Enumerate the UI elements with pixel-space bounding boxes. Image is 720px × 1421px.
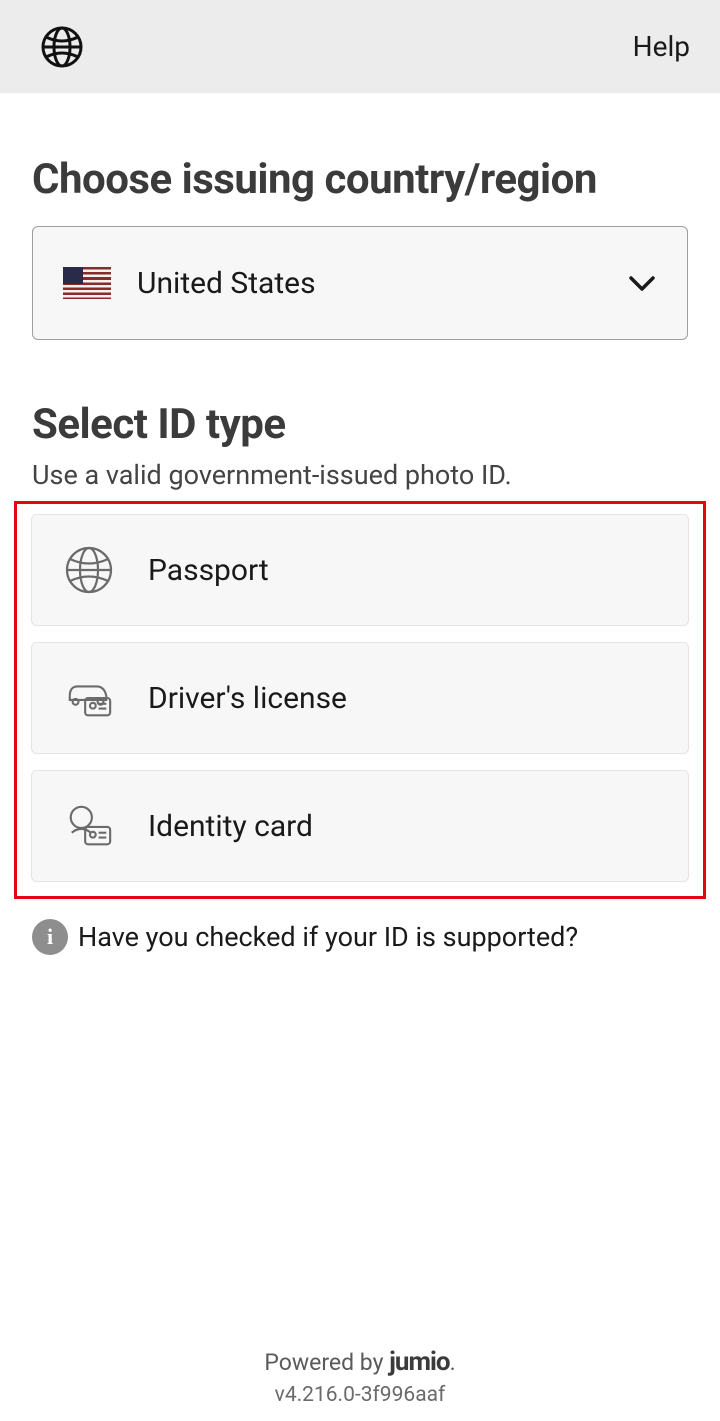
drivers-license-icon [64, 673, 114, 723]
country-select[interactable]: United States [32, 226, 688, 340]
info-icon: i [32, 919, 68, 955]
help-button[interactable]: Help [633, 30, 690, 63]
id-option-label: Identity card [148, 809, 313, 844]
country-title: Choose issuing country/region [32, 155, 688, 204]
passport-icon [64, 545, 114, 595]
country-selected-label: United States [137, 266, 627, 301]
id-option-identity-card[interactable]: Identity card [31, 770, 689, 882]
support-link[interactable]: i Have you checked if your ID is support… [32, 919, 688, 955]
language-button[interactable] [38, 23, 86, 71]
version-label: v4.216.0-3f996aaf [0, 1383, 720, 1407]
id-option-list: Passport Driver's license [14, 501, 706, 899]
idtype-hint: Use a valid government-issued photo ID. [32, 459, 688, 491]
id-option-passport[interactable]: Passport [31, 514, 689, 626]
flag-us-icon [63, 267, 111, 299]
identity-card-icon [64, 801, 114, 851]
support-text: Have you checked if your ID is supported… [78, 921, 578, 953]
id-option-drivers-license[interactable]: Driver's license [31, 642, 689, 754]
brand-label: jumio [389, 1347, 449, 1377]
globe-icon [40, 25, 84, 69]
idtype-title: Select ID type [32, 400, 688, 449]
powered-by-label: Powered by [264, 1349, 389, 1376]
app-header: Help [0, 0, 720, 93]
chevron-down-icon [627, 268, 657, 298]
footer: Powered by jumio. v4.216.0-3f996aaf [0, 1347, 720, 1407]
id-option-label: Passport [148, 553, 269, 588]
id-option-label: Driver's license [148, 681, 347, 716]
